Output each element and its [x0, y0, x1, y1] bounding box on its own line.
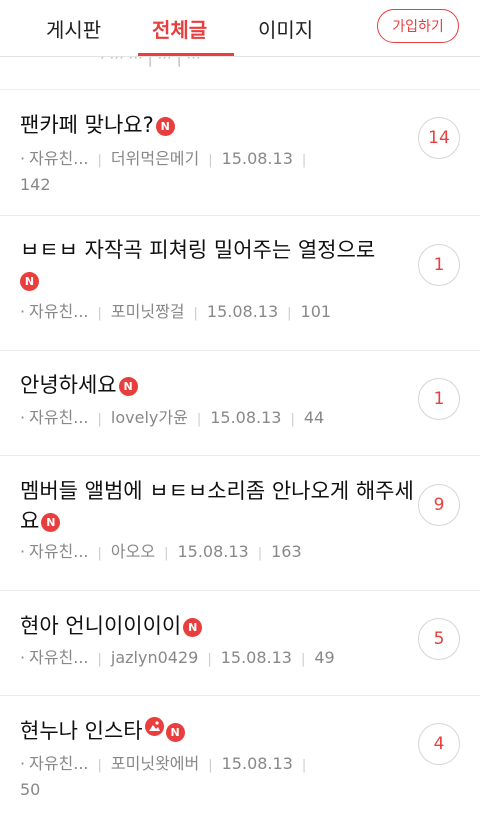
post-views: 142	[20, 175, 51, 194]
comment-count[interactable]: 4	[418, 723, 460, 765]
comment-count[interactable]: 14	[418, 117, 460, 159]
meta-separator: |	[97, 546, 102, 561]
new-badge: N	[41, 513, 61, 532]
post-title[interactable]: 현누나 인스타 N	[20, 716, 415, 746]
photo-attachment-icon	[144, 717, 164, 736]
post-title-text[interactable]: ㅂㅌㅂ 자작곡 피쳐링 밀어주는 열정으로	[20, 238, 375, 262]
comment-count[interactable]: 9	[418, 484, 460, 526]
post-views: 50	[20, 780, 41, 799]
post-meta: · 자유친... | lovely가윤 | 15.08.13 | 44	[20, 406, 415, 432]
post-board: 자유친...	[29, 149, 89, 168]
post-title[interactable]: 팬카페 맞나요? N	[20, 110, 415, 140]
post-title-text[interactable]: 현누나 인스타	[20, 719, 143, 743]
post-author: 아오오	[110, 542, 156, 561]
tab-images[interactable]: 이미지	[258, 14, 313, 43]
post-meta: · 자유친... | 포미닛왓에버 | 15.08.13 | 50	[20, 752, 415, 802]
post-meta: · 자유친... | jazlyn0429 | 15.08.13 | 49	[20, 646, 415, 672]
meta-separator: |	[97, 153, 102, 168]
comment-count[interactable]: 5	[418, 618, 460, 660]
meta-separator: |	[290, 412, 295, 427]
post-meta: · 자유친... | 아오오 | 15.08.13 | 163	[20, 540, 415, 566]
post-board: 자유친...	[29, 648, 89, 667]
post-title-text[interactable]: 현아 언니이이이이	[20, 614, 181, 638]
post-date: 15.08.13	[177, 542, 249, 561]
post-date: 15.08.13	[221, 754, 293, 773]
post-item[interactable]: ㅂㅌㅂ 자작곡 피쳐링 밀어주는 열정으로 N · 자유친... | 포미닛짱걸 | 15.…	[0, 216, 480, 351]
meta-separator: |	[196, 412, 202, 427]
meta-separator: |	[97, 758, 102, 773]
post-author: 더위먹은메기	[110, 149, 200, 168]
bullet-dot: ·	[20, 302, 26, 321]
meta-separator: |	[287, 306, 292, 321]
bullet-dot: ·	[20, 754, 26, 773]
post-title-text[interactable]: 팬카페 맞나요?	[20, 113, 154, 137]
post-item[interactable]: 현아 언니이이이이 N · 자유친... | jazlyn0429 | 15.08.13 | 4…	[0, 591, 480, 696]
bullet-dot: ·	[20, 149, 26, 168]
tab-all-posts[interactable]: 전체글	[152, 14, 207, 43]
partial-row-text: · ··· ··· | ··· | ···	[100, 57, 201, 67]
meta-separator: |	[208, 758, 213, 773]
tab-board[interactable]: 게시판	[46, 14, 101, 43]
post-item[interactable]: 멤버들 앨범에 ㅂㅌㅂ소리좀 안나오게 해주세요 N · 자유친... | 아오오 | 15…	[0, 456, 480, 591]
new-badge: N	[20, 272, 39, 291]
post-board: 자유친...	[29, 408, 89, 427]
meta-separator: |	[300, 652, 306, 667]
post-views: 163	[271, 542, 302, 561]
meta-separator: |	[301, 153, 307, 168]
post-date: 15.08.13	[210, 408, 282, 427]
meta-separator: |	[193, 306, 198, 321]
post-date: 15.08.13	[220, 648, 292, 667]
post-author: jazlyn0429	[110, 648, 199, 667]
bullet-dot: ·	[20, 648, 26, 667]
post-title-text[interactable]: 안녕하세요	[20, 373, 117, 397]
meta-separator: |	[97, 412, 102, 427]
meta-separator: |	[257, 546, 263, 561]
post-title-text[interactable]: 멤버들 앨범에 ㅂㅌㅂ소리좀 안나오게 해주세요	[20, 479, 414, 533]
active-tab-indicator	[138, 53, 234, 56]
post-board: 자유친...	[29, 542, 89, 561]
post-board: 자유친...	[29, 302, 89, 321]
post-views: 49	[314, 648, 335, 667]
post-author: 포미닛왓에버	[110, 754, 200, 773]
partial-row-above: · ··· ··· | ··· | ···	[0, 57, 480, 90]
post-item[interactable]: 현누나 인스타 N · 자유친... | 포미닛왓에버 | 15.08.13 | 50 4	[0, 696, 480, 816]
new-badge: N	[118, 377, 138, 396]
meta-separator: |	[301, 758, 307, 773]
meta-separator: |	[164, 546, 169, 561]
new-badge: N	[155, 117, 175, 136]
post-title[interactable]: 안녕하세요 N	[20, 370, 415, 400]
new-badge: N	[183, 618, 203, 637]
post-date: 15.08.13	[221, 149, 293, 168]
bullet-dot: ·	[20, 542, 26, 561]
post-author: lovely가윤	[110, 408, 188, 427]
post-views: 44	[303, 408, 325, 427]
meta-separator: |	[97, 652, 102, 667]
comment-count[interactable]: 1	[418, 378, 460, 420]
post-title[interactable]: 멤버들 앨범에 ㅂㅌㅂ소리좀 안나오게 해주세요 N	[20, 476, 415, 536]
join-button[interactable]: 가입하기	[377, 9, 459, 43]
post-list: · ··· ··· | ··· | ··· 팬카페 맞나요? N · 자유친... |…	[0, 57, 480, 816]
top-header: 게시판 전체글 이미지 가입하기	[0, 0, 480, 57]
comment-count[interactable]: 1	[418, 244, 460, 286]
post-meta: · 자유친... | 포미닛짱걸 | 15.08.13 | 101	[20, 300, 415, 326]
post-author: 포미닛짱걸	[110, 302, 185, 321]
post-item[interactable]: 안녕하세요 N · 자유친... | lovely가윤 | 15.08.13 | 44 1	[0, 351, 480, 456]
post-views: 101	[300, 302, 332, 321]
post-board: 자유친...	[29, 754, 89, 773]
post-title[interactable]: 현아 언니이이이이 N	[20, 611, 415, 641]
post-item[interactable]: 팬카페 맞나요? N · 자유친... | 더위먹은메기 | 15.08.13 | 142 14	[0, 90, 480, 216]
bullet-dot: ·	[20, 408, 26, 427]
post-meta: · 자유친... | 더위먹은메기 | 15.08.13 | 142	[20, 147, 415, 197]
meta-separator: |	[207, 652, 212, 667]
post-date: 15.08.13	[206, 302, 279, 321]
post-title[interactable]: ㅂㅌㅂ 자작곡 피쳐링 밀어주는 열정으로 N	[20, 235, 415, 295]
meta-separator: |	[97, 306, 102, 321]
meta-separator: |	[208, 153, 213, 168]
new-badge: N	[165, 723, 185, 742]
